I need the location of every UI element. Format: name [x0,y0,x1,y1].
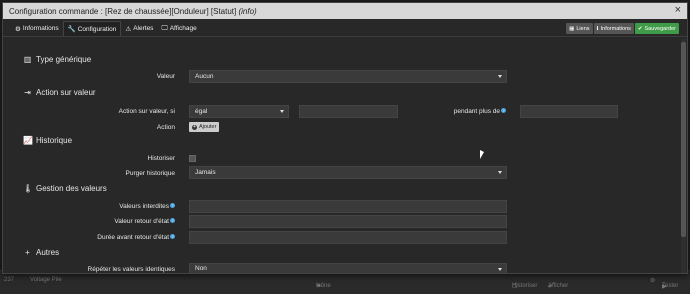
pendant-label-text: pendant plus de [453,108,500,115]
repeter-select[interactable]: Non [189,263,507,274]
tab-informations-label: Informations [22,25,59,32]
tab-alertes-label: Alertes [133,25,154,32]
valeur-select[interactable]: Aucun [189,70,507,83]
tab-configuration-label: Configuration [77,25,117,33]
chevron-down-icon [498,171,502,174]
info-icon: ⚙ [15,25,21,33]
bg-command-id: 237 [4,277,15,283]
section-autres: + Autres [23,248,59,257]
tab-affichage[interactable]: 🖵 Affichage [157,21,200,36]
tab-configuration[interactable]: 🔧 Configuration [62,21,122,36]
valeur-select-value: Aucun [195,73,214,80]
section-type-generique: ▥ Type générique [23,55,91,64]
action-label: Action [156,124,175,131]
purger-select-value: Jamais [195,169,216,176]
bg-settings-icon[interactable]: ⚙ [650,277,655,284]
modal-title: Configuration commande : [Rez de chaussé… [9,6,237,16]
section-historique: 📈 Historique [23,136,72,145]
links-button-label: Liens [576,25,590,32]
section-type-generique-title: Type générique [36,55,92,64]
save-button-label: Sauvegarder [644,25,677,32]
purger-select[interactable]: Jamais [189,166,507,179]
retour-label: Valeur retour d'état? [114,218,175,225]
modal-actions: ▦ Liens ℹ Informations ✔ Sauvegarder [566,23,679,34]
section-action-sur-valeur: ⇥ Action sur valeur [23,88,96,97]
section-gestion-title: Gestion des valeurs [36,184,107,193]
modal-title-info: (info) [238,6,257,16]
save-button[interactable]: ✔ Sauvegarder [634,23,679,34]
chevron-down-icon [498,268,502,271]
tab-affichage-label: Affichage [169,25,197,32]
modal-scrollbar[interactable] [681,39,686,273]
chevron-down-icon [498,75,502,78]
historiser-checkbox[interactable] [189,155,196,162]
plus-circle-icon: + [192,123,197,130]
duree-label: Durée avant retour d'état? [97,234,175,241]
chevron-down-icon [280,110,284,113]
action-value-input[interactable] [299,105,398,118]
add-action-button[interactable]: + Ajouter [189,122,220,132]
monitor-icon: 🖵 [161,24,168,32]
action-operator-select[interactable]: égal [189,105,289,118]
wrench-icon: 🔧 [67,26,76,33]
section-autres-title: Autres [36,248,60,257]
informations-button-label: Informations [600,25,631,32]
help-icon: ? [170,218,175,223]
bg-afficher-label: Afficher [548,283,569,289]
tab-alertes[interactable]: ⚠ Alertes [121,21,157,36]
pendant-input[interactable] [520,105,618,118]
repeter-label: Répéter les valeurs identiques [87,266,175,273]
tab-informations[interactable]: ⚙ Informations [11,21,63,36]
help-icon: ? [170,234,175,239]
add-action-label: Ajouter [199,124,217,130]
tab-bar: ⚙ Informations 🔧 Configuration ⚠ Alertes… [3,19,687,37]
retour-label-text: Valeur retour d'état [114,218,169,225]
command-config-modal: Configuration commande : [Rez de chaussé… [2,2,688,274]
action-condition-label-text: Action sur valeur, si [118,108,175,115]
thermometer-icon: 🌡 [23,184,34,193]
interdites-input[interactable] [189,200,507,213]
scrollbar-thumb[interactable] [681,42,686,237]
bg-command-name: Voltage Pile [30,277,62,283]
bg-tester-label: Tester [662,283,679,289]
close-icon[interactable]: × [675,4,681,16]
valeur-label: Valeur [156,73,175,80]
bg-icon-label: Icône [316,283,331,289]
modal-titlebar: Configuration commande : [Rez de chaussé… [3,3,687,19]
links-button[interactable]: ▦ Liens [566,23,593,34]
section-action-title: Action sur valeur [36,88,96,97]
help-icon: ? [501,108,506,113]
building-icon: ▥ [23,55,32,64]
duree-input[interactable] [189,231,507,244]
retour-input[interactable] [189,215,507,228]
area-chart-icon: 📈 [23,136,33,145]
pendant-label: pendant plus de? [454,108,506,115]
warning-icon: ⚠ [125,25,132,33]
check-circle-icon: ✔ [637,25,643,32]
interdites-label: Valeurs interdites? [119,203,175,210]
grid-icon: ▦ [569,25,575,32]
mouse-cursor [480,150,484,159]
informations-button[interactable]: ℹ Informations [593,23,634,34]
historiser-label: Historiser [147,155,175,162]
section-gestion-valeurs: 🌡 Gestion des valeurs [23,184,107,193]
purger-label: Purger historique [125,170,176,177]
bg-historiser-label: Historiser [512,283,538,289]
section-historique-title: Historique [36,136,73,145]
duree-label-text: Durée avant retour d'état [97,234,169,241]
help-icon: ? [170,203,175,208]
action-condition-label: Action sur valeur, si [119,108,175,115]
interdites-label-text: Valeurs interdites [119,203,169,210]
repeter-select-value: Non [195,265,207,272]
sign-in-icon: ⇥ [24,88,31,97]
plus-icon: + [25,248,30,257]
action-operator-value: égal [195,108,208,115]
info-small-icon: ℹ [596,25,599,32]
